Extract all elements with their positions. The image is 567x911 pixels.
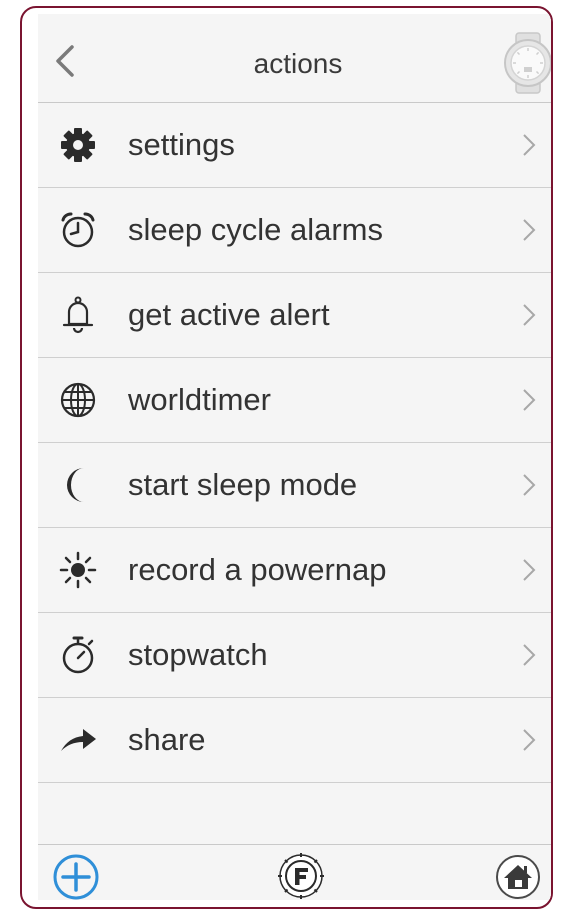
gear-icon	[61, 128, 95, 162]
share-arrow-icon	[61, 729, 96, 751]
actions-menu: settings sleep cycle alarms get active a…	[38, 103, 551, 783]
home-button[interactable]	[494, 853, 542, 901]
alarm-clock-icon	[61, 212, 95, 248]
app-screen: actions settings sleep cycle alarms get …	[38, 14, 551, 901]
stopwatch-icon	[62, 636, 94, 674]
chevron-right-icon	[523, 134, 536, 156]
menu-item-record-a-powernap[interactable]: record a powernap	[38, 528, 551, 613]
chevron-right-icon	[523, 304, 536, 326]
menu-item-sleep-cycle-alarms[interactable]: sleep cycle alarms	[38, 188, 551, 273]
chevron-right-icon	[523, 644, 536, 666]
menu-item-label: record a powernap	[128, 552, 387, 587]
menu-item-label: settings	[128, 127, 235, 162]
chevron-right-icon	[523, 219, 536, 241]
sun-icon	[59, 551, 97, 589]
plus-circle-icon	[53, 854, 99, 900]
home-icon	[496, 855, 540, 899]
page-title: actions	[253, 48, 343, 79]
watch-icon[interactable]	[500, 32, 551, 94]
bottom-toolbar	[38, 844, 551, 901]
menu-item-stopwatch[interactable]: stopwatch	[38, 613, 551, 698]
menu-item-settings[interactable]: settings	[38, 103, 551, 188]
bell-icon	[62, 296, 94, 334]
menu-item-label: worldtimer	[128, 382, 271, 417]
device-frame: actions settings sleep cycle alarms get …	[20, 6, 553, 909]
menu-item-start-sleep-mode[interactable]: start sleep mode	[38, 443, 551, 528]
menu-item-share[interactable]: share	[38, 698, 551, 783]
globe-icon	[60, 382, 96, 418]
chevron-right-icon	[523, 729, 536, 751]
chevron-right-icon	[523, 474, 536, 496]
brand-logo-icon	[276, 851, 326, 901]
menu-item-label: sleep cycle alarms	[128, 212, 383, 247]
menu-item-get-active-alert[interactable]: get active alert	[38, 273, 551, 358]
menu-item-label: get active alert	[128, 297, 330, 332]
chevron-right-icon	[523, 559, 536, 581]
header-bar: actions	[38, 14, 551, 103]
moon-icon	[66, 468, 84, 502]
chevron-right-icon	[523, 389, 536, 411]
menu-item-worldtimer[interactable]: worldtimer	[38, 358, 551, 443]
menu-item-label: stopwatch	[128, 637, 268, 672]
menu-item-label: share	[128, 722, 206, 757]
menu-item-label: start sleep mode	[128, 467, 358, 502]
add-button[interactable]	[52, 853, 100, 901]
